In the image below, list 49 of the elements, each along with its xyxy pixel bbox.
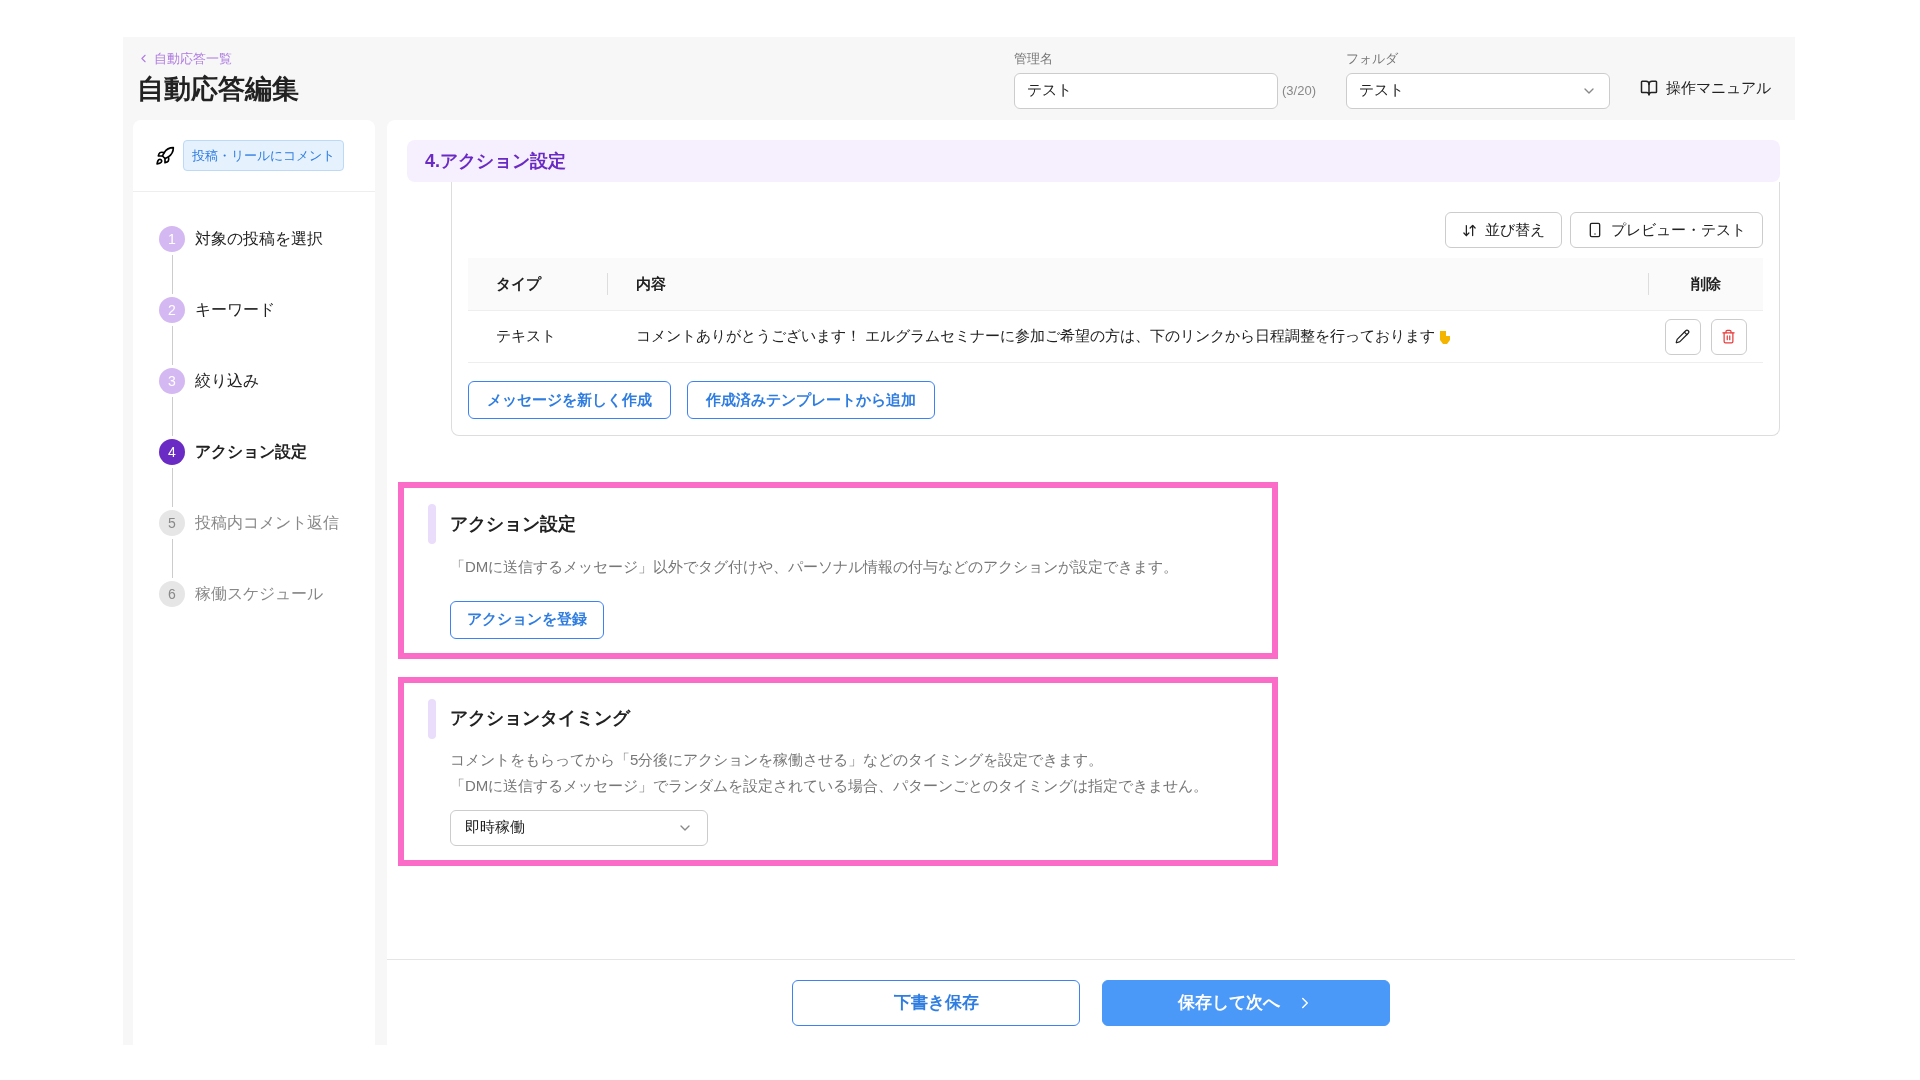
preview-button[interactable]: プレビュー・テスト: [1570, 212, 1763, 248]
timing-select[interactable]: 即時稼働: [450, 809, 708, 846]
step-number: 5: [159, 510, 185, 536]
step-item[interactable]: 2 キーワード: [159, 297, 375, 323]
step-item[interactable]: 3 絞り込み: [159, 368, 375, 394]
new-message-button[interactable]: メッセージを新しく作成: [468, 381, 671, 419]
folder-select[interactable]: テスト: [1346, 72, 1610, 109]
phone-icon: [1587, 222, 1603, 238]
rocket-icon: [155, 145, 175, 166]
step-number: 4: [159, 439, 185, 465]
sort-button[interactable]: 並び替え: [1445, 212, 1562, 248]
step-item[interactable]: 1 対象の投稿を選択: [159, 226, 375, 252]
add-template-button[interactable]: 作成済みテンプレートから追加: [687, 381, 935, 419]
delete-button[interactable]: [1710, 318, 1747, 355]
column-header: タイプ: [468, 272, 608, 296]
step-number: 3: [159, 368, 185, 394]
field-label: 管理名: [1014, 50, 1055, 68]
column-header: 削除: [1648, 272, 1763, 296]
step-item[interactable]: 6 稼働スケジュール: [159, 581, 375, 607]
column-header: 内容: [635, 273, 667, 294]
edit-button[interactable]: [1664, 318, 1701, 355]
step-item[interactable]: 5 投稿内コメント返信: [159, 510, 375, 536]
step-number: 6: [159, 581, 185, 607]
manual-link[interactable]: 操作マニュアル: [1640, 77, 1771, 100]
description-text: 「DMに送信するメッセージ」でランダムを設定されている場合、パターンごとのタイミングは指定できません。: [450, 776, 1210, 796]
section-header: 4.アクション設定: [407, 140, 1780, 182]
accent-bar: [428, 698, 436, 739]
page-title: 自動応答編集: [137, 72, 299, 106]
pencil-icon: [1675, 329, 1690, 344]
step-item[interactable]: 4 アクション設定: [159, 439, 375, 465]
trigger-badge: 投稿・リールにコメント: [183, 139, 344, 172]
book-icon: [1640, 79, 1658, 98]
save-draft-button[interactable]: 下書き保存: [792, 979, 1080, 1026]
character-counter: (3/20): [1282, 82, 1316, 100]
description-text: コメントをもらってから「5分後にアクションを稼働させる」などのタイミングを設定できます。: [450, 749, 1105, 770]
card-title: アクションタイミング: [450, 707, 630, 730]
register-action-button[interactable]: アクションを登録: [450, 600, 604, 639]
sort-icon: [1462, 222, 1477, 238]
table-cell-text: コメントありがとうございます！ エルグラムセミナーに参加ご希望の方は、下のリンクから日程調整を行っております: [636, 326, 1436, 347]
name-input-field[interactable]: テスト: [1014, 72, 1279, 109]
step-number: 2: [159, 297, 185, 323]
card-title: アクション設定: [450, 512, 576, 536]
pointing-hand-icon: [1439, 328, 1452, 345]
accent-bar: [428, 504, 436, 544]
field-label: フォルダ: [1346, 50, 1399, 68]
step-number: 1: [159, 226, 185, 252]
description-text: 「DMに送信するメッセージ」以外でタグ付けや、パーソナル情報の付与などのアクションが設定できます。: [450, 557, 1180, 577]
trash-icon: [1721, 329, 1736, 344]
table-cell-text: テキスト: [495, 326, 557, 347]
